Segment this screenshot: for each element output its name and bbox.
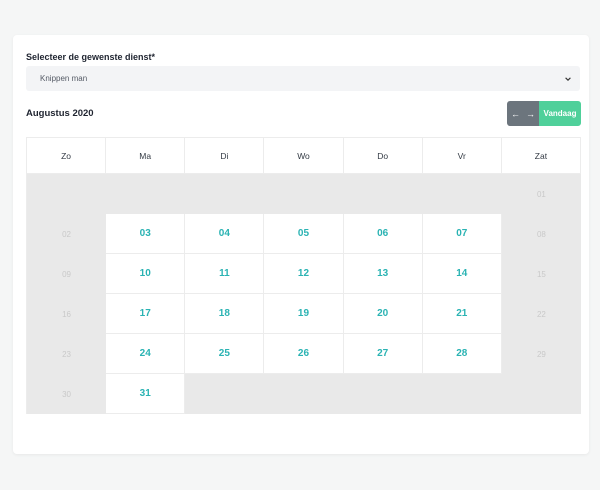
calendar-day-empty [422, 174, 502, 214]
calendar-nav: ← → Vandaag [507, 101, 581, 126]
calendar-day-empty [264, 174, 344, 214]
calendar-month-title: Augustus 2020 [26, 108, 94, 119]
calendar-day-unavailable: 08 [501, 214, 581, 254]
calendar-day-available[interactable]: 04 [185, 214, 265, 254]
weekday-header: Vr [422, 138, 502, 174]
calendar-day-available[interactable]: 17 [106, 294, 186, 334]
weekday-header: Ma [106, 138, 186, 174]
calendar-day-unavailable: 09 [27, 254, 107, 294]
calendar-day-available[interactable]: 11 [185, 254, 265, 294]
calendar-day-unavailable: 01 [501, 174, 581, 214]
weekday-header: Wo [264, 138, 344, 174]
booking-card: Selecteer de gewenste dienst* Knippen ma… [13, 35, 589, 454]
calendar-day-available[interactable]: 21 [422, 294, 502, 334]
calendar-day-empty [185, 374, 265, 414]
calendar-day-available[interactable]: 27 [343, 334, 423, 374]
arrow-right-icon[interactable]: → [526, 109, 535, 119]
calendar-day-unavailable: 22 [501, 294, 581, 334]
calendar-day-available[interactable]: 26 [264, 334, 344, 374]
calendar-day-empty [106, 174, 186, 214]
weekday-header: Do [343, 138, 423, 174]
calendar-day-available[interactable]: 19 [264, 294, 344, 334]
calendar-day-unavailable: 02 [27, 214, 107, 254]
calendar-day-available[interactable]: 07 [422, 214, 502, 254]
weekday-header: Zat [501, 138, 581, 174]
calendar-day-empty [264, 374, 344, 414]
calendar-day-empty [343, 374, 423, 414]
calendar-day-unavailable: 29 [501, 334, 581, 374]
calendar-day-empty [27, 174, 107, 214]
calendar-day-available[interactable]: 03 [106, 214, 186, 254]
calendar-day-available[interactable]: 14 [422, 254, 502, 294]
calendar-day-empty [343, 174, 423, 214]
calendar-day-unavailable: 16 [27, 294, 107, 334]
calendar-day-empty [185, 174, 265, 214]
calendar-day-available[interactable]: 24 [106, 334, 186, 374]
calendar-day-available[interactable]: 31 [106, 374, 186, 414]
calendar-day-available[interactable]: 28 [422, 334, 502, 374]
calendar-day-unavailable: 23 [27, 334, 107, 374]
calendar-day-available[interactable]: 13 [343, 254, 423, 294]
calendar-day-empty [422, 374, 502, 414]
calendar-day-available[interactable]: 18 [185, 294, 265, 334]
calendar-day-empty [501, 374, 581, 414]
calendar-day-available[interactable]: 20 [343, 294, 423, 334]
calendar-day-available[interactable]: 25 [185, 334, 265, 374]
calendar-day-available[interactable]: 10 [106, 254, 186, 294]
calendar-day-available[interactable]: 12 [264, 254, 344, 294]
calendar-nav-arrows: ← → [507, 101, 539, 126]
calendar-grid: Zo Ma Di Wo Do Vr Zat 01 02 03 04 05 06 07 08 09 10 11 12 1… [26, 137, 581, 414]
arrow-left-icon[interactable]: ← [511, 109, 520, 119]
weekday-header: Di [185, 138, 265, 174]
today-button[interactable]: Vandaag [539, 101, 581, 126]
calendar-day-available[interactable]: 06 [343, 214, 423, 254]
calendar-day-unavailable: 30 [27, 374, 107, 414]
service-label: Selecteer de gewenste dienst* [26, 52, 156, 62]
chevron-down-icon [565, 76, 571, 81]
service-select-value: Knippen man [40, 74, 88, 83]
weekday-header: Zo [27, 138, 107, 174]
calendar-day-unavailable: 15 [501, 254, 581, 294]
calendar-day-available[interactable]: 05 [264, 214, 344, 254]
service-select[interactable]: Knippen man [26, 66, 580, 91]
